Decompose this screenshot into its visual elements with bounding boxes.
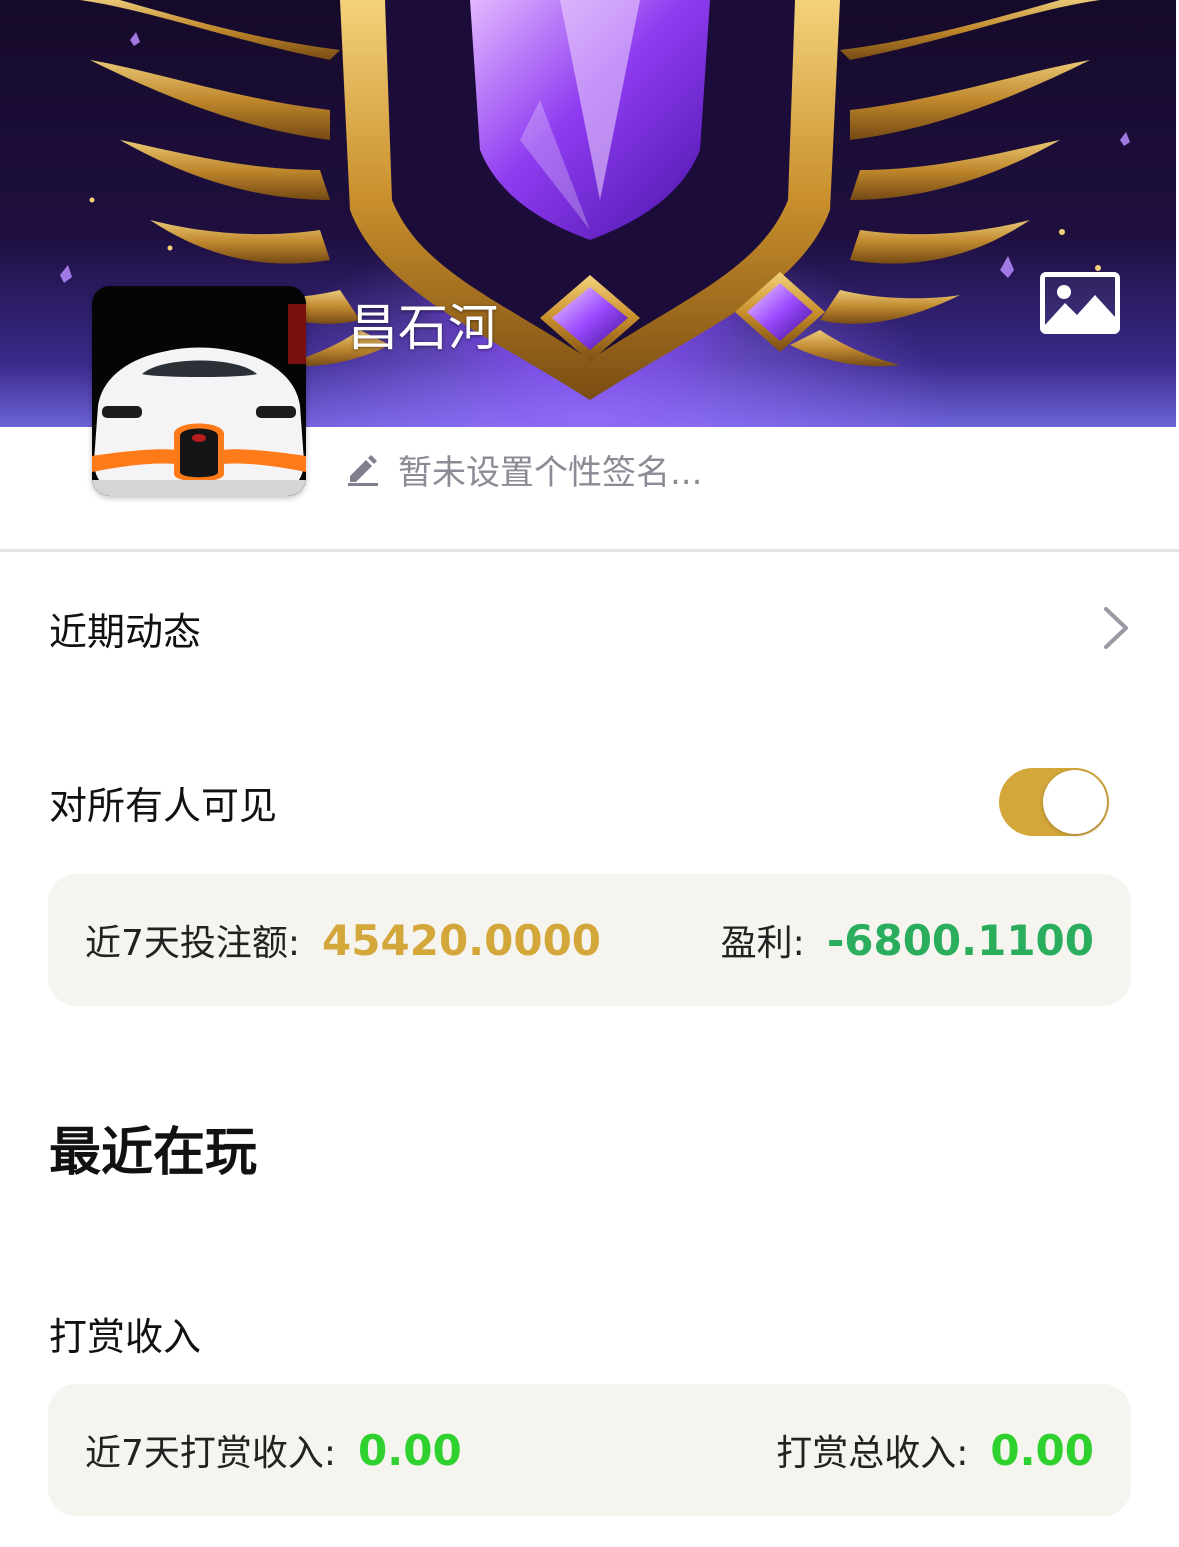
section-divider	[0, 549, 1179, 552]
total-tips-stat: 打赏总收入: 0.00	[776, 1424, 1094, 1476]
week-tips-stat: 近7天打赏收入: 0.00	[85, 1424, 462, 1476]
avatar-car-image	[92, 286, 306, 496]
recent-activity-row[interactable]: 近期动态	[49, 588, 1131, 668]
week-bet-stat: 近7天投注额: 45420.0000	[85, 914, 601, 966]
signature-edit[interactable]: 暂未设置个性签名...	[346, 444, 702, 494]
week-tips-label: 近7天打赏收入:	[85, 1433, 337, 1474]
profit-stat: 盈利: -6800.1100	[721, 914, 1094, 966]
visibility-label: 对所有人可见	[49, 783, 278, 828]
recently-playing-title: 最近在玩	[49, 1123, 258, 1183]
profit-label: 盈利:	[720, 923, 805, 964]
week-bet-label: 近7天投注额:	[85, 923, 301, 964]
signature-text: 暂未设置个性签名...	[398, 452, 703, 493]
avatar[interactable]	[92, 286, 306, 496]
image-icon	[1045, 285, 1115, 329]
visibility-row: 对所有人可见	[49, 762, 1131, 842]
visibility-toggle[interactable]	[999, 768, 1109, 836]
betting-stats-card: 近7天投注额: 45420.0000 盈利: -6800.1100	[48, 874, 1131, 1006]
chevron-right-icon	[1104, 607, 1128, 649]
recent-activity-label: 近期动态	[49, 609, 202, 654]
total-tips-label: 打赏总收入:	[776, 1433, 969, 1474]
username: 昌石河	[348, 299, 498, 357]
week-bet-value: 45420.0000	[322, 916, 602, 965]
week-tips-value: 0.00	[358, 1426, 462, 1475]
change-cover-button[interactable]	[1040, 272, 1120, 334]
tips-stats-card: 近7天打赏收入: 0.00 打赏总收入: 0.00	[48, 1384, 1131, 1516]
tips-title: 打赏收入	[49, 1315, 202, 1359]
toggle-knob	[1043, 770, 1107, 834]
total-tips-value: 0.00	[990, 1426, 1094, 1475]
pencil-icon	[348, 455, 378, 486]
profile-page: 昌石河 暂未设置个性签名... 近期动态 对所有人可见 近7天投注额: 4542…	[0, 0, 1179, 1547]
profit-value: -6800.1100	[826, 916, 1094, 965]
